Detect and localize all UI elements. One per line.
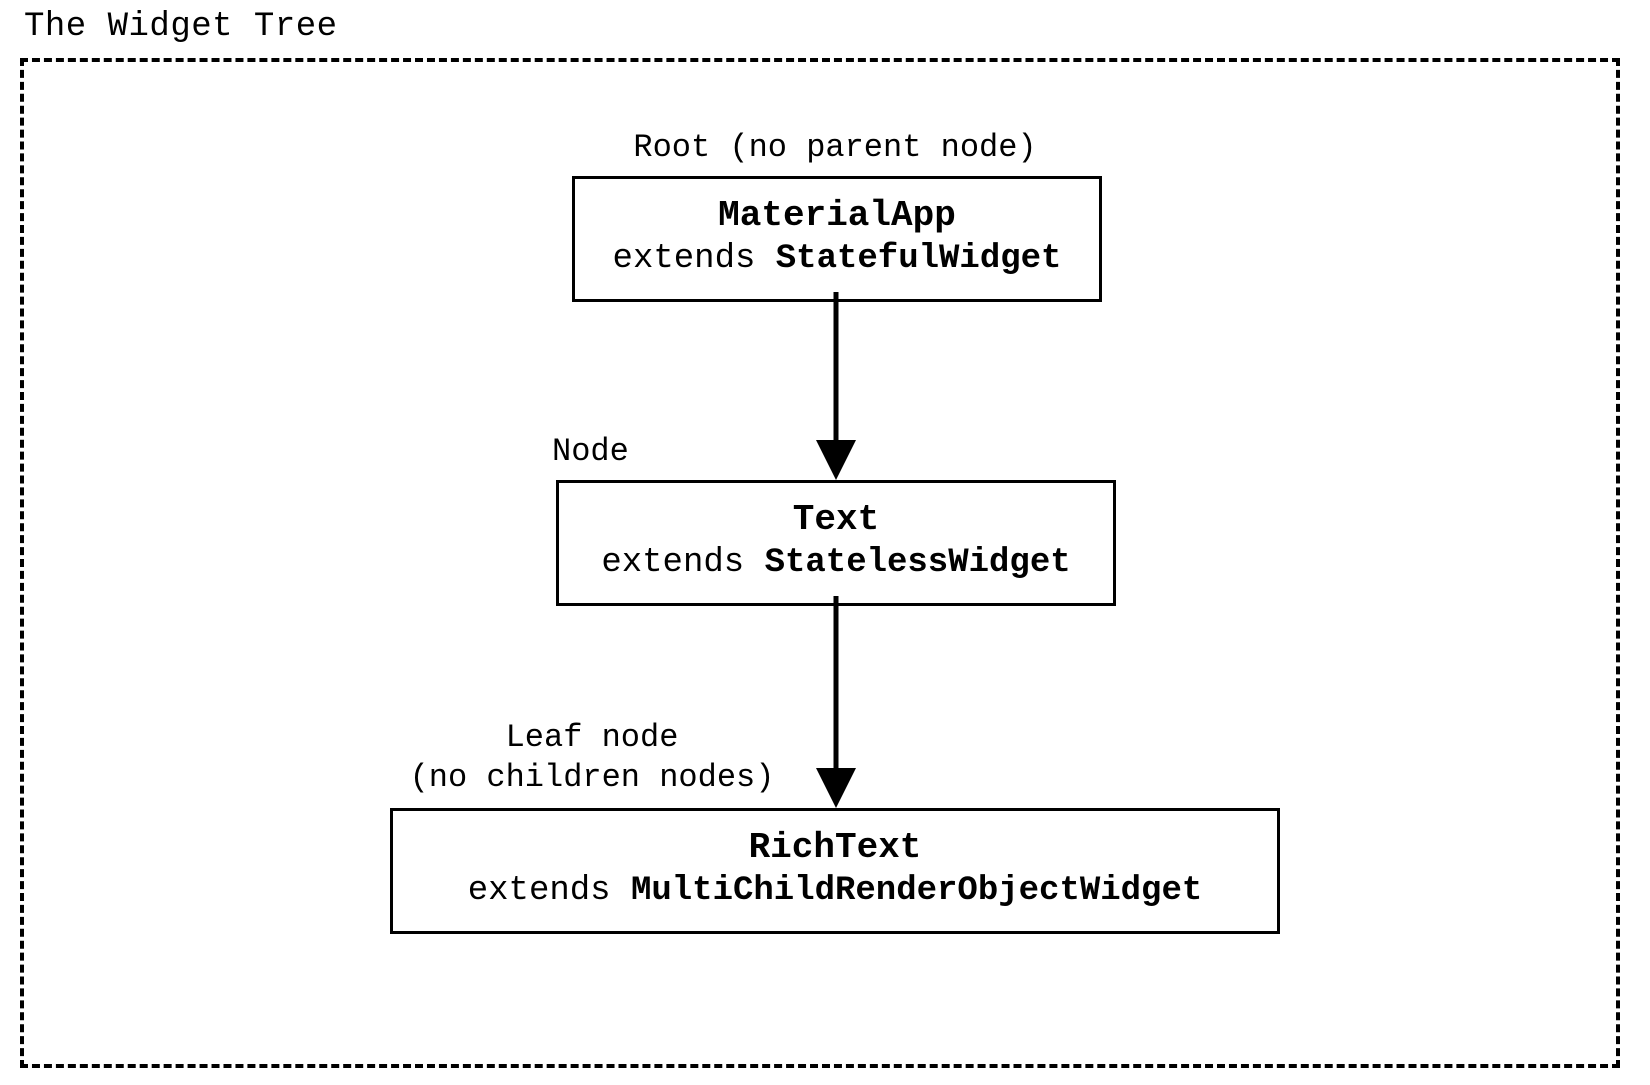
node-materialapp: MaterialApp extends StatefulWidget — [572, 176, 1102, 302]
extends-prefix: extends — [601, 544, 764, 582]
annotation-node: Node — [552, 432, 672, 472]
diagram-title: The Widget Tree — [24, 8, 338, 46]
extends-class: MultiChildRenderObjectWidget — [631, 872, 1202, 910]
extends-class: StatelessWidget — [765, 544, 1071, 582]
node-name: Text — [589, 497, 1083, 542]
annotation-root: Root (no parent node) — [600, 128, 1070, 168]
node-extends: extends StatefulWidget — [605, 238, 1069, 281]
node-text: Text extends StatelessWidget — [556, 480, 1116, 606]
node-name: RichText — [423, 825, 1247, 870]
node-name: MaterialApp — [605, 193, 1069, 238]
node-extends: extends StatelessWidget — [589, 542, 1083, 585]
extends-prefix: extends — [613, 240, 776, 278]
extends-class: StatefulWidget — [776, 240, 1062, 278]
annotation-leaf-line2: (no children nodes) — [382, 758, 802, 798]
annotation-leaf: Leaf node (no children nodes) — [382, 718, 802, 798]
annotation-leaf-line1: Leaf node — [382, 718, 802, 758]
node-extends: extends MultiChildRenderObjectWidget — [423, 870, 1247, 913]
node-richtext: RichText extends MultiChildRenderObjectW… — [390, 808, 1280, 934]
extends-prefix: extends — [468, 872, 631, 910]
diagram-canvas: The Widget Tree Root (no parent node) Ma… — [0, 0, 1650, 1085]
